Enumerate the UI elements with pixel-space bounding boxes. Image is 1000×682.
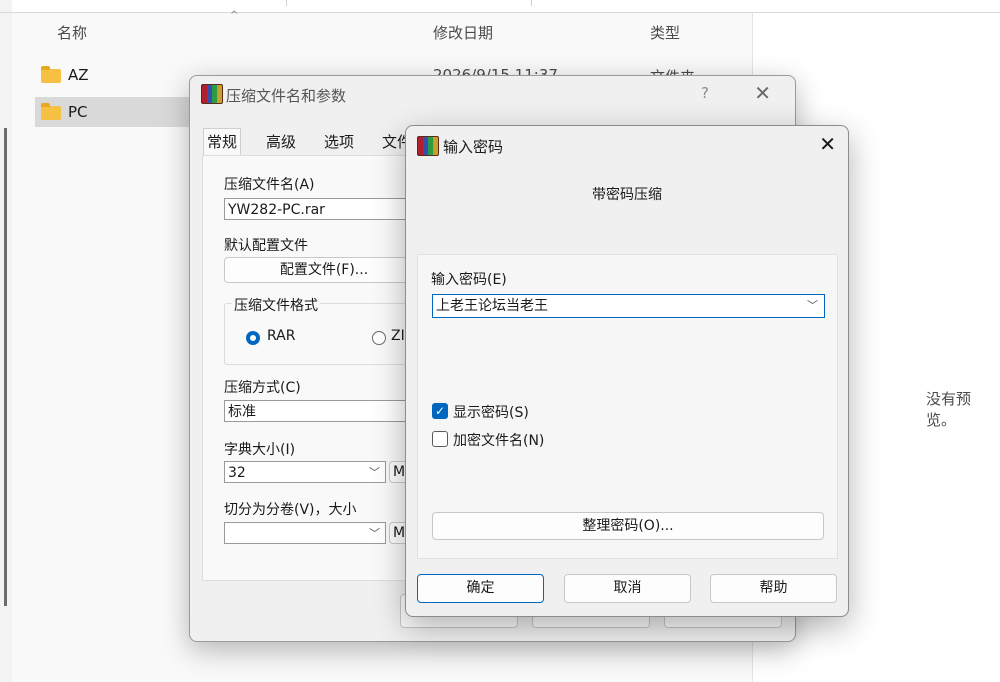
tab-advanced[interactable]: 高级 xyxy=(266,131,296,152)
preview-placeholder: 没有预览。 xyxy=(926,390,972,429)
list-item-pc[interactable]: PC xyxy=(35,97,205,127)
archive-name-label: 压缩文件名(A) xyxy=(224,177,315,193)
chevron-down-icon: ﹀ xyxy=(369,466,380,479)
method-select[interactable]: 标准 xyxy=(224,400,424,422)
tab-options[interactable]: 选项 xyxy=(324,131,354,152)
item-name: AZ xyxy=(68,66,89,84)
column-header-modified[interactable]: 修改日期 xyxy=(433,22,493,43)
sort-indicator: ^ xyxy=(230,10,239,21)
split-size-input[interactable]: ﹀ xyxy=(224,522,386,544)
column-separator xyxy=(531,0,532,6)
cancel-button[interactable]: 取消 xyxy=(564,574,691,603)
format-group-label: 压缩文件格式 xyxy=(232,295,320,315)
help-button[interactable]: 帮助 xyxy=(710,574,837,603)
encrypt-names-label: 加密文件名(N) xyxy=(453,433,545,449)
ok-button[interactable]: 确定 xyxy=(417,574,544,603)
format-rar-radio[interactable] xyxy=(246,331,260,345)
chevron-down-icon: ﹀ xyxy=(369,527,380,540)
password-value: 上老王论坛当老王 xyxy=(436,298,548,314)
dialog-heading: 带密码压缩 xyxy=(592,187,662,203)
chevron-down-icon: ﹀ xyxy=(807,299,818,312)
dialog-title: 输入密码 xyxy=(443,138,504,156)
scroll-accent xyxy=(4,128,7,606)
password-label: 输入密码(E) xyxy=(431,272,507,288)
item-name: PC xyxy=(68,103,88,121)
format-rar-label: RAR xyxy=(267,328,296,344)
show-password-label: 显示密码(S) xyxy=(453,405,529,421)
tab-general[interactable]: 常规 xyxy=(203,128,242,156)
close-icon[interactable]: ✕ xyxy=(754,81,771,105)
dict-select[interactable]: 32 ﹀ xyxy=(224,461,386,483)
winrar-icon xyxy=(417,136,439,156)
archive-name-input[interactable]: YW282-PC.rar xyxy=(224,198,424,220)
close-icon[interactable]: ✕ xyxy=(819,132,836,156)
folder-icon xyxy=(41,103,61,120)
dict-value: 32 xyxy=(228,465,246,481)
method-label: 压缩方式(C) xyxy=(224,380,301,396)
password-input[interactable]: 上老王论坛当老王 ﹀ xyxy=(432,294,825,318)
help-icon[interactable]: ? xyxy=(701,84,709,102)
winrar-icon xyxy=(201,84,223,104)
folder-icon xyxy=(41,66,61,83)
column-separator xyxy=(286,0,287,6)
profile-label: 默认配置文件 xyxy=(224,238,308,254)
dialog-title: 压缩文件名和参数 xyxy=(226,87,347,105)
format-zip-radio[interactable] xyxy=(372,331,386,345)
password-dialog: 输入密码 ✕ 带密码压缩 输入密码(E) 上老王论坛当老王 ﹀ ✓ 显示密码(S… xyxy=(405,125,849,617)
navigation-strip xyxy=(0,0,12,682)
profile-button[interactable]: 配置文件(F)... xyxy=(224,257,424,283)
encrypt-names-checkbox[interactable] xyxy=(432,431,448,447)
format-zip-label: ZI xyxy=(391,328,405,344)
split-label: 切分为分卷(V)，大小 xyxy=(224,502,357,518)
show-password-checkbox[interactable]: ✓ xyxy=(432,403,448,419)
password-panel: 输入密码(E) 上老王论坛当老王 ﹀ ✓ 显示密码(S) 加密文件名(N) 整理… xyxy=(417,254,838,559)
dict-label: 字典大小(I) xyxy=(224,442,296,458)
column-header-name[interactable]: 名称 xyxy=(57,22,87,43)
organize-passwords-button[interactable]: 整理密码(O)... xyxy=(432,512,824,540)
column-header-type[interactable]: 类型 xyxy=(650,22,680,43)
